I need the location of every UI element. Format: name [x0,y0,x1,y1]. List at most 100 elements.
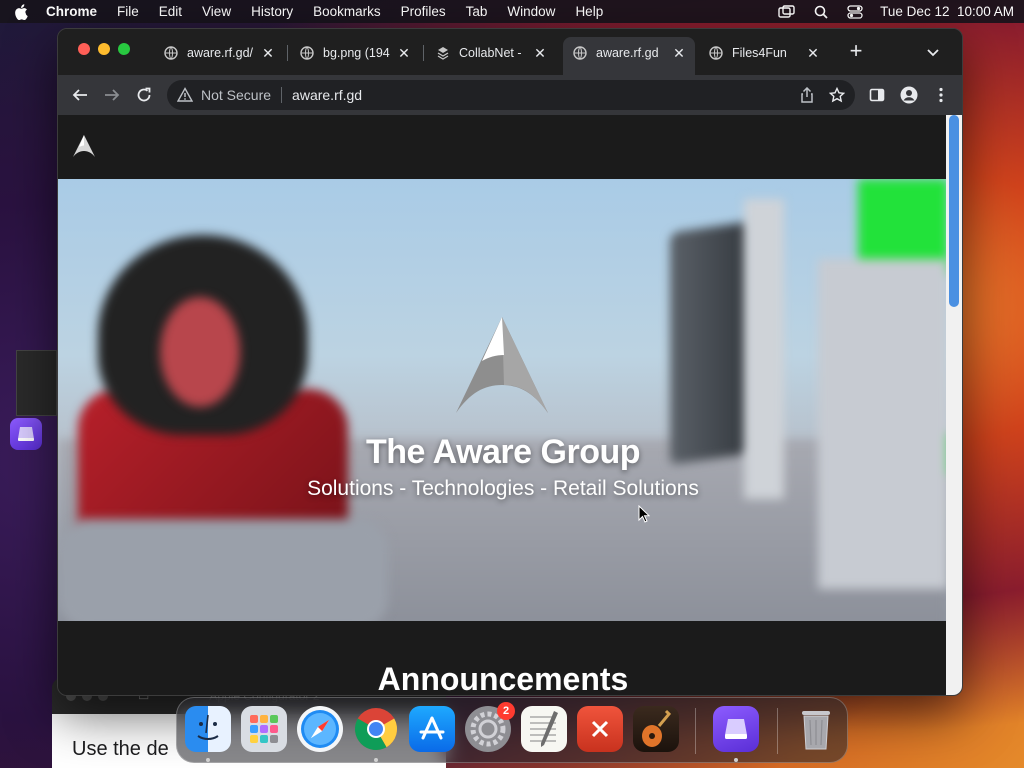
tab-files4fun[interactable]: Files4Fun ✕ [699,38,829,68]
tab-search-chevron-icon[interactable] [924,43,942,61]
dock-separator [695,708,696,754]
tab-title: aware.rf.gd [596,46,659,60]
dock-textedit-icon[interactable] [521,706,567,752]
settings-badge: 2 [497,702,515,720]
menu-tab[interactable]: Tab [466,4,488,19]
menu-edit[interactable]: Edit [159,4,182,19]
hero-subtitle: Solutions - Technologies - Retail Soluti… [307,477,699,500]
globe-icon [709,46,723,60]
dock-remote-desktop-icon[interactable] [577,706,623,752]
tab-title: bg.png (194 [323,46,390,60]
scrollbar-thumb[interactable] [949,115,959,307]
warning-triangle-icon[interactable] [177,87,193,103]
hero-wall-panel [818,259,948,589]
forward-button[interactable] [102,85,122,105]
tab-close-icon[interactable]: ✕ [260,45,276,61]
profile-avatar-icon [900,86,918,104]
running-indicator [734,758,738,762]
apple-menu-icon[interactable] [14,3,28,20]
tab-strip: aware.rf.gd/ ✕ bg.png (194 ✕ CollabNet -… [58,29,962,75]
address-bar[interactable]: Not Secure aware.rf.gd [167,80,855,110]
back-button[interactable] [70,85,90,105]
browser-toolbar: Not Secure aware.rf.gd [58,75,962,115]
aware-logo-icon[interactable] [70,133,98,161]
menu-bar: Chrome File Edit View History Bookmarks … [0,0,1024,23]
chrome-window: aware.rf.gd/ ✕ bg.png (194 ✕ CollabNet -… [57,28,963,696]
globe-icon [164,46,178,60]
control-center-icon[interactable] [846,4,864,19]
tab-close-icon[interactable]: ✕ [532,45,548,61]
dock-garageband-icon[interactable] [633,706,679,752]
menu-help[interactable]: Help [575,4,603,19]
tab-aware-active[interactable]: aware.rf.gd ✕ [563,37,695,75]
arrow-right-icon [105,89,120,101]
menu-profiles[interactable]: Profiles [401,4,446,19]
tab-close-icon[interactable]: ✕ [805,45,821,61]
configurator-window-icon[interactable] [10,418,42,450]
dock-trash-icon[interactable] [793,706,839,752]
mouse-cursor-icon [638,505,650,523]
share-icon[interactable] [799,87,815,103]
web-page[interactable]: The Aware Group Solutions - Technologies… [58,115,948,696]
chrome-menu-button[interactable] [931,85,951,105]
hero-character-headphone [160,297,240,407]
dock-settings-icon[interactable]: 2 [465,702,515,752]
tab-title: Files4Fun [732,46,787,60]
zoom-window-button[interactable] [118,43,130,55]
reload-icon [137,87,151,102]
dock-chrome-icon[interactable] [353,706,399,752]
side-panel-icon [869,88,885,102]
dock-safari-icon[interactable] [297,706,343,752]
spotlight-search-icon[interactable] [812,5,830,19]
omnibox-divider [281,87,283,103]
security-label[interactable]: Not Secure [201,87,271,103]
reload-button[interactable] [134,85,154,105]
minimize-window-button[interactable] [98,43,110,55]
tab-close-icon[interactable]: ✕ [671,45,687,61]
arrow-left-icon [72,89,87,101]
tab-separator [423,45,424,61]
hero-banner: The Aware Group Solutions - Technologies… [58,179,948,621]
tab-title: CollabNet - [459,46,522,60]
dock: 2 [176,697,848,763]
menubar-clock[interactable]: Tue Dec 12 10:00 AM [880,4,1014,19]
running-indicator [206,758,210,762]
announcements-heading: Announcements [377,661,629,696]
aware-hero-logo-icon [456,317,548,413]
dock-app-store-icon[interactable] [409,706,455,752]
url-text[interactable]: aware.rf.gd [292,87,362,103]
tab-bg-png[interactable]: bg.png (194 ✕ [290,38,420,68]
side-panel-button[interactable] [867,85,887,105]
globe-icon [300,46,314,60]
dock-configurator-icon[interactable] [713,706,759,752]
menu-bookmarks[interactable]: Bookmarks [313,4,381,19]
kebab-menu-icon [939,87,943,103]
dock-separator [777,708,778,754]
running-indicator [374,758,378,762]
screen-mirroring-icon[interactable] [778,4,796,19]
dock-launchpad-icon[interactable] [241,706,287,752]
tab-title: aware.rf.gd/ [187,46,254,60]
menu-app-name[interactable]: Chrome [46,4,97,19]
background-window-fragment[interactable] [16,350,57,416]
collabnet-favicon-icon [437,47,449,60]
close-window-button[interactable] [78,43,90,55]
hero-monitor-shape [670,221,752,465]
tab-separator [287,45,288,61]
new-tab-button[interactable]: + [846,40,866,62]
tab-collabnet[interactable]: CollabNet - ✕ [426,38,556,68]
tab-aware-home[interactable]: aware.rf.gd/ ✕ [154,38,284,68]
window-controls [78,43,130,55]
dock-finder-icon[interactable] [185,706,231,752]
hero-title: The Aware Group [366,433,641,471]
page-scrollbar[interactable] [946,115,962,695]
menu-window[interactable]: Window [507,4,555,19]
menu-history[interactable]: History [251,4,293,19]
bookmark-star-icon[interactable] [829,87,845,103]
hero-chair-shape [58,519,388,621]
tab-close-icon[interactable]: ✕ [396,45,412,61]
menu-view[interactable]: View [202,4,231,19]
globe-icon [573,46,587,60]
menu-file[interactable]: File [117,4,139,19]
profile-button[interactable] [899,85,919,105]
